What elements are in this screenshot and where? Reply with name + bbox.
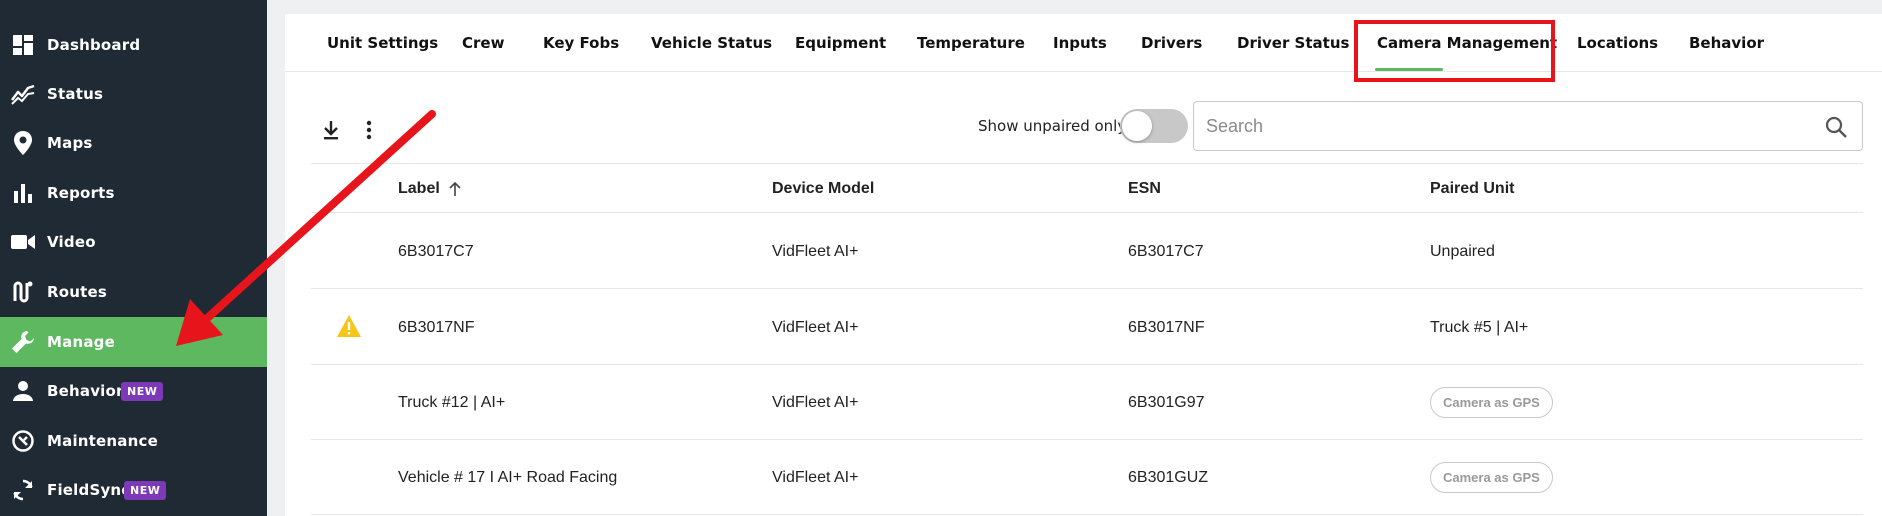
sidebar-item-video[interactable]: Video [0, 218, 267, 266]
cell-device-model: VidFleet AI+ [772, 468, 859, 486]
sidebar-item-label: Reports [47, 184, 115, 202]
cell-esn: 6B301GUZ [1128, 468, 1209, 486]
column-header-esn[interactable]: ESN [1128, 164, 1161, 214]
tab-behavior[interactable]: Behavior [1689, 14, 1764, 72]
tab-unit-settings[interactable]: Unit Settings [327, 14, 438, 72]
table-row[interactable]: 6B3017C7 VidFleet AI+ 6B3017C7 Unpaired [311, 214, 1863, 289]
bar-chart-icon [10, 180, 36, 206]
cell-label: 6B3017C7 [398, 242, 474, 260]
route-icon [10, 279, 36, 305]
new-badge: NEW [121, 381, 164, 401]
cell-paired-unit: Truck #5 | AI+ [1430, 318, 1529, 336]
sidebar-item-behavior[interactable]: Behavior NEW [0, 367, 267, 415]
tab-temperature[interactable]: Temperature [917, 14, 1025, 72]
tab-inputs[interactable]: Inputs [1053, 14, 1107, 72]
search-input[interactable] [1206, 110, 1786, 142]
sidebar-item-label: FieldSync [47, 481, 131, 499]
camera-as-gps-badge: Camera as GPS [1430, 462, 1553, 493]
sort-ascending-icon [448, 181, 462, 197]
sidebar-item-label: Video [47, 233, 96, 251]
sidebar-item-fieldsync[interactable]: FieldSync NEW [0, 466, 267, 514]
tab-driver-status[interactable]: Driver Status [1237, 14, 1349, 72]
sidebar-item-label: Dashboard [47, 36, 141, 54]
table-header: Label Device Model ESN Paired Unit [311, 163, 1863, 213]
maintenance-icon [10, 428, 36, 454]
cell-esn: 6B3017C7 [1128, 242, 1204, 260]
table-row[interactable]: Truck #12 | AI+ VidFleet AI+ 6B301G97 Ca… [311, 365, 1863, 440]
table-row[interactable]: Vehicle # 17 I AI+ Road Facing VidFleet … [311, 440, 1863, 515]
sidebar-item-label: Behavior [47, 382, 124, 400]
more-vertical-icon[interactable] [358, 119, 380, 141]
tab-bar: Unit Settings Crew Key Fobs Vehicle Stat… [285, 14, 1882, 72]
person-icon [10, 378, 36, 404]
sidebar-item-label: Manage [47, 333, 115, 351]
cell-label: Vehicle # 17 I AI+ Road Facing [398, 468, 618, 486]
sidebar-item-manage[interactable]: Manage [0, 317, 267, 367]
download-icon[interactable] [320, 119, 342, 141]
cell-label: Truck #12 | AI+ [398, 393, 506, 411]
sidebar-item-label: Maintenance [47, 432, 158, 450]
cell-esn: 6B301G97 [1128, 393, 1205, 411]
show-unpaired-label: Show unpaired only [978, 117, 1127, 135]
tab-key-fobs[interactable]: Key Fobs [543, 14, 619, 72]
cell-esn: 6B3017NF [1128, 318, 1205, 336]
cell-device-model: VidFleet AI+ [772, 242, 859, 260]
search-box [1193, 101, 1863, 151]
sidebar-item-maintenance[interactable]: Maintenance [0, 417, 267, 465]
sidebar-item-status[interactable]: Status [0, 70, 267, 118]
tab-locations[interactable]: Locations [1577, 14, 1658, 72]
sidebar-item-label: Maps [47, 134, 93, 152]
show-unpaired-toggle[interactable] [1120, 109, 1188, 143]
warning-icon [336, 314, 362, 338]
sidebar-item-label: Status [47, 85, 104, 103]
cell-label: 6B3017NF [398, 318, 475, 336]
table-row[interactable]: 6B3017NF VidFleet AI+ 6B3017NF Truck #5 … [311, 290, 1863, 365]
column-header-device-model[interactable]: Device Model [772, 164, 874, 214]
sidebar-item-dashboard[interactable]: Dashboard [0, 21, 267, 69]
map-pin-icon [10, 130, 36, 156]
cell-device-model: VidFleet AI+ [772, 318, 859, 336]
cell-paired-unit: Camera as GPS [1430, 365, 1553, 440]
camera-as-gps-badge: Camera as GPS [1430, 387, 1553, 418]
column-header-label[interactable]: Label [398, 164, 462, 214]
highlight-annotation-box [1354, 20, 1555, 82]
toggle-knob [1122, 111, 1152, 141]
tab-vehicle-status[interactable]: Vehicle Status [651, 14, 772, 72]
cell-paired-unit: Camera as GPS [1430, 440, 1553, 515]
sidebar-item-label: Routes [47, 283, 108, 301]
column-header-paired-unit[interactable]: Paired Unit [1430, 164, 1514, 214]
tab-drivers[interactable]: Drivers [1141, 14, 1202, 72]
sidebar-item-routes[interactable]: Routes [0, 268, 267, 316]
status-icon [10, 81, 36, 107]
tab-equipment[interactable]: Equipment [795, 14, 886, 72]
new-badge: NEW [124, 480, 167, 500]
tab-crew[interactable]: Crew [462, 14, 504, 72]
video-camera-icon [10, 229, 36, 255]
sidebar-item-reports[interactable]: Reports [0, 169, 267, 217]
search-icon[interactable] [1824, 115, 1848, 139]
sync-icon [10, 477, 36, 503]
dashboard-icon [10, 32, 36, 58]
sidebar-item-maps[interactable]: Maps [0, 119, 267, 167]
cell-paired-unit: Unpaired [1430, 242, 1495, 260]
cell-device-model: VidFleet AI+ [772, 393, 859, 411]
sidebar: Dashboard Status Maps Reports Video Rout… [0, 0, 267, 516]
app-root: Dashboard Status Maps Reports Video Rout… [0, 0, 1882, 516]
wrench-icon [10, 329, 36, 355]
